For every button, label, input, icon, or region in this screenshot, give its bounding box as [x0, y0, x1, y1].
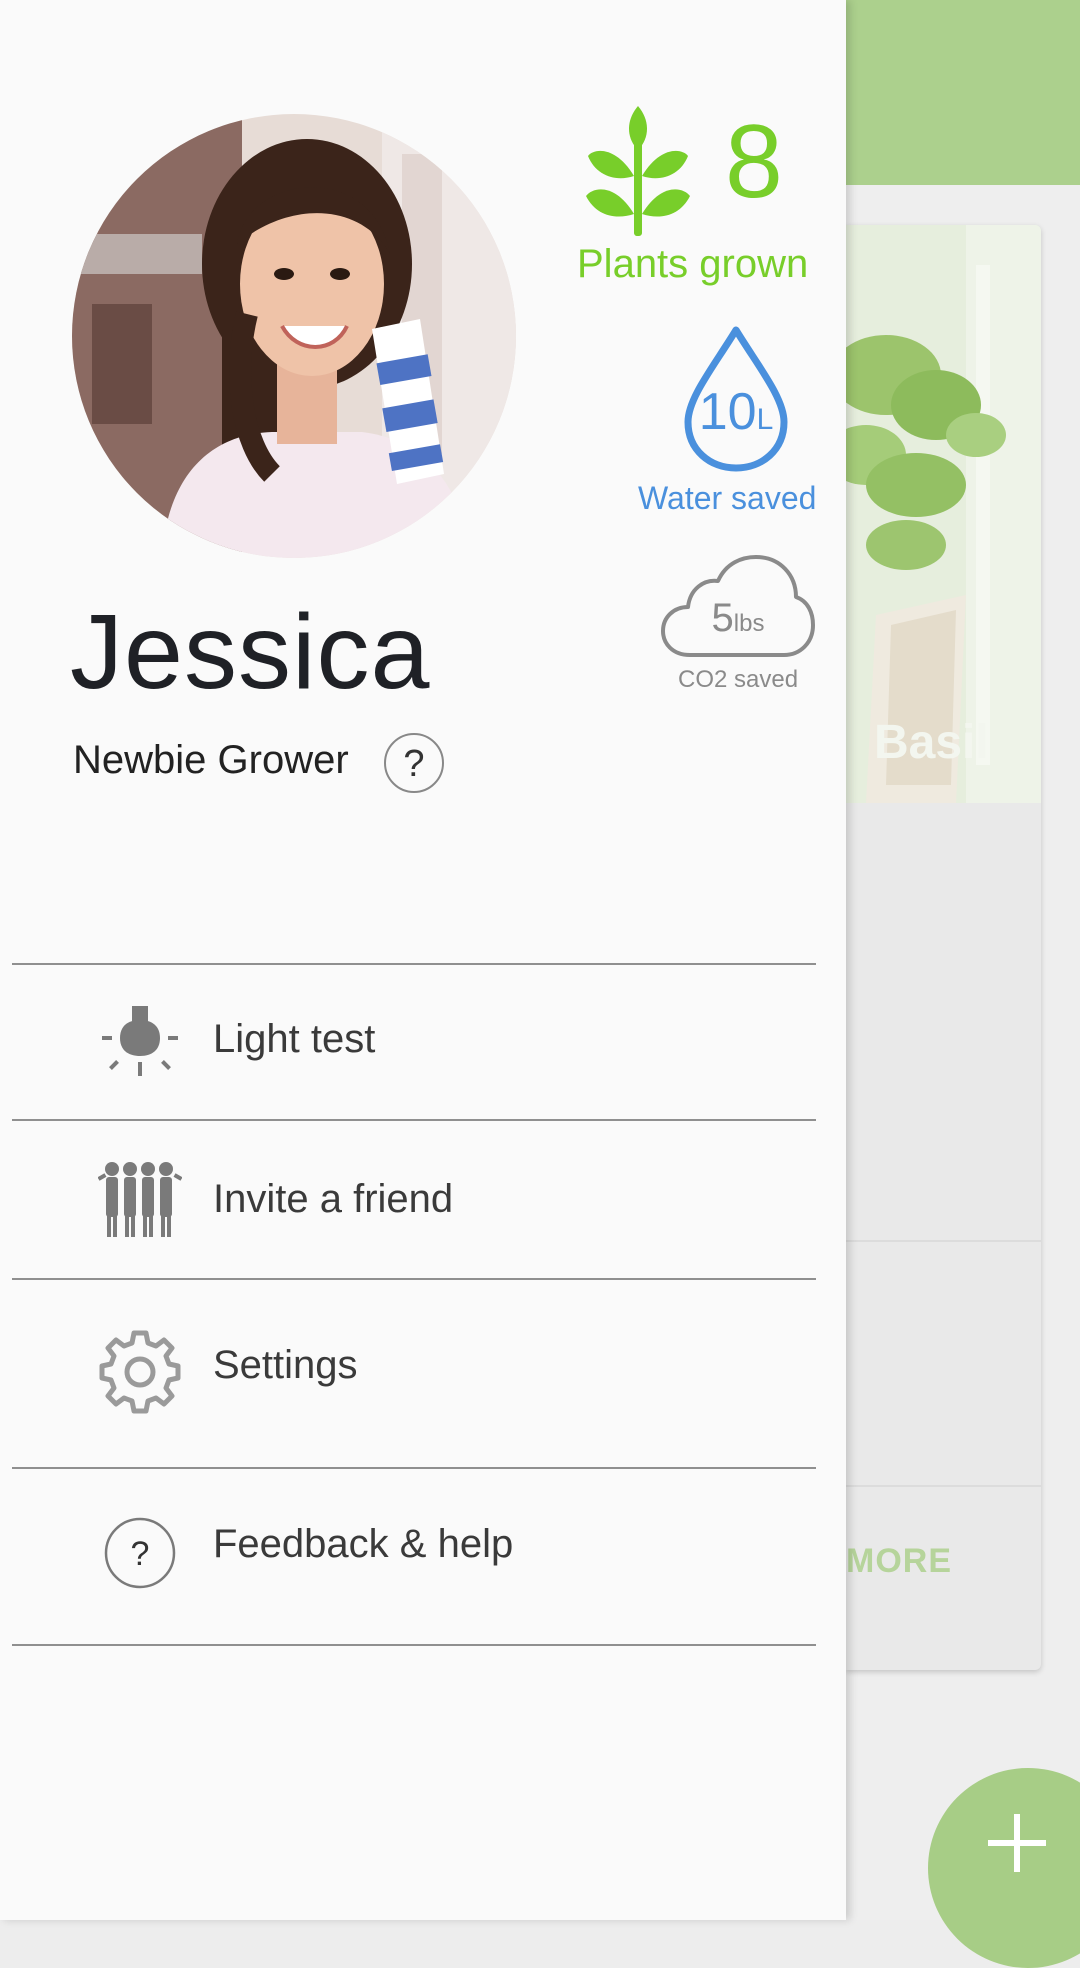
plants-grown-label: Plants grown [577, 242, 809, 286]
user-level: Newbie Grower [73, 738, 349, 782]
avatar[interactable] [72, 114, 516, 558]
plant-card-image: Basil [846, 225, 1041, 803]
people-icon [98, 1162, 182, 1237]
co2-saved-value: 5lbs [711, 596, 765, 640]
menu-item-invite-friend[interactable]: Invite a friend [12, 1121, 816, 1278]
plants-grown-count: 8 [725, 104, 783, 220]
menu-item-light-test[interactable]: Light test [12, 965, 816, 1119]
co2-saved-label: CO2 saved [678, 666, 799, 693]
card-divider [846, 1485, 1041, 1487]
gear-icon [99, 1330, 181, 1414]
plus-icon [988, 1814, 1046, 1872]
menu-item-settings[interactable]: Settings [12, 1280, 816, 1467]
user-name: Jessica [70, 593, 431, 711]
menu-item-label: Settings [213, 1343, 358, 1387]
light-bulb-icon [102, 1006, 178, 1076]
level-help-button[interactable]: ? [384, 733, 444, 793]
plant-card-title: Basil [874, 716, 989, 769]
plant-card[interactable]: Basil [846, 225, 1041, 1670]
more-button[interactable]: MORE [846, 1542, 952, 1581]
menu-divider [12, 1644, 816, 1646]
app-toolbar [846, 0, 1080, 185]
card-divider [846, 1240, 1041, 1242]
menu-item-label: Feedback & help [213, 1522, 514, 1566]
water-saved-label: Water saved [638, 480, 817, 516]
plant-icon [586, 106, 690, 236]
menu-item-label: Invite a friend [213, 1177, 454, 1221]
navigation-drawer: Jessica Newbie Grower ? 8 Plants grown 1… [0, 0, 846, 1920]
menu-item-feedback-help[interactable]: ? Feedback & help [12, 1469, 816, 1644]
water-saved-value: 10L [698, 383, 774, 441]
menu-item-label: Light test [213, 1017, 376, 1061]
help-circle-icon: ? [104, 1517, 176, 1589]
svg-text:?: ? [131, 1535, 150, 1573]
